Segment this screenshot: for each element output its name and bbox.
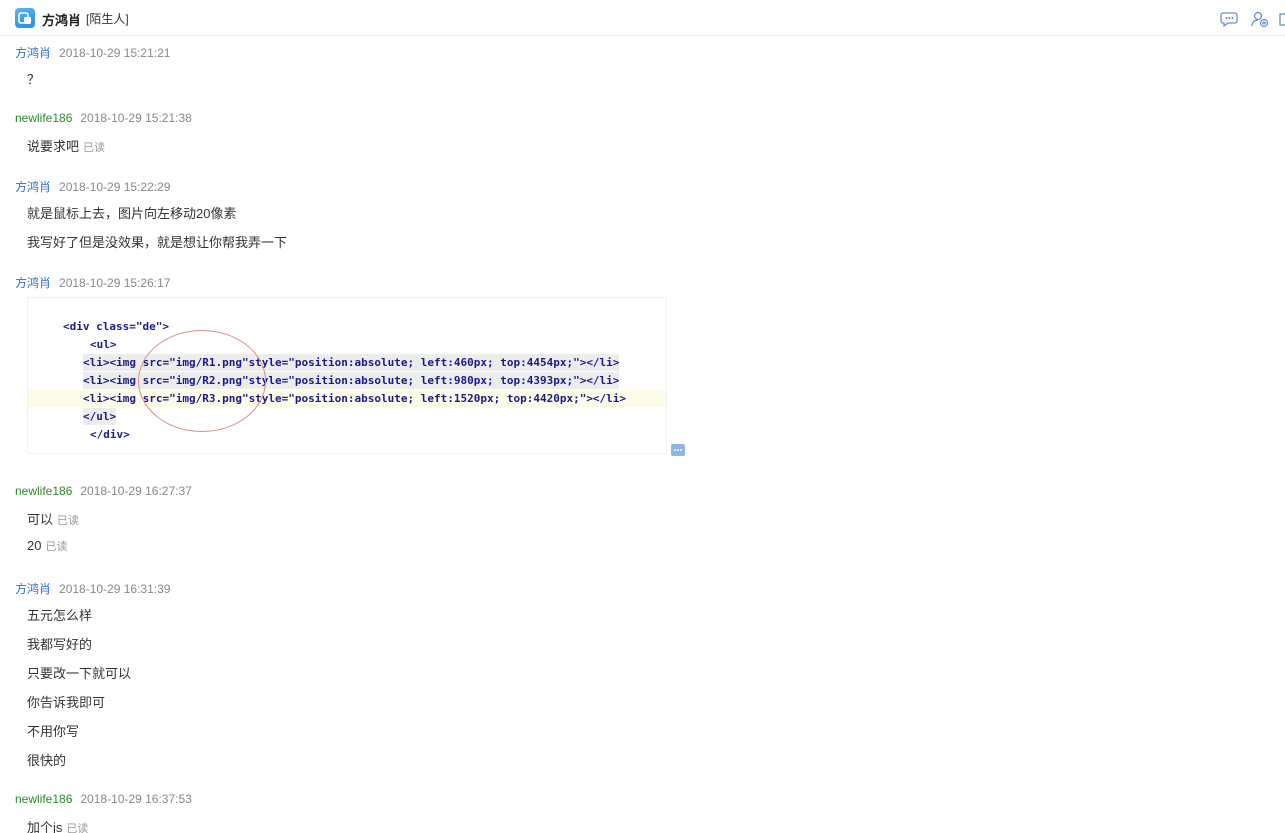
contact-avatar-icon[interactable] [15,8,35,28]
message-time: 2018-10-29 15:26:17 [59,276,171,290]
add-contact-icon[interactable] [1250,10,1270,28]
code-line: </div> [90,428,130,441]
message-time: 2018-10-29 15:22:29 [59,180,171,194]
message-text: 只要改一下就可以 [27,666,132,681]
message-list[interactable]: 方鸿肖 2018-10-29 15:21:21 ？ newlife186 2018-… [0,36,1285,833]
message-line: 加个js 已读 [27,817,88,833]
message-text: 可以 [27,512,54,527]
sender-name[interactable]: 方鸿肖 [15,46,51,60]
sender-name[interactable]: newlife186 [15,484,72,498]
more-options-icon[interactable] [671,444,685,456]
folder-icon[interactable] [1278,10,1285,28]
message-time: 2018-10-29 16:31:39 [59,582,171,596]
chat-header: 方鸿肖 [陌生人] [0,0,1285,36]
read-status: 已读 [45,541,68,553]
message-text: 就是鼠标上去，图片向左移动20像素 [27,206,237,221]
code-line: <ul> [90,338,117,351]
message-text: 不用你写 [27,724,80,739]
message-meta: 方鸿肖 2018-10-29 15:26:17 [15,274,170,291]
message-line: 可以 已读 [27,509,79,528]
message-text: 五元怎么样 [27,608,93,623]
message-text: 很快的 [27,753,67,768]
message-text: 我写好了但是没效果，就是想让你帮我弄一下 [27,235,288,250]
code-line: <div class="de"> [63,320,169,333]
code-screenshot-image[interactable]: <div class="de"> <ul> <li><img src="img/… [27,297,667,454]
annotation-circle [138,330,266,432]
message-time: 2018-10-29 16:27:37 [80,484,192,498]
sender-name[interactable]: newlife186 [15,111,72,125]
message-time: 2018-10-29 15:21:38 [80,111,192,125]
message-meta: newlife186 2018-10-29 15:21:38 [15,111,192,125]
contact-status-tag: [陌生人] [86,12,129,26]
message-text: 你告诉我即可 [27,695,106,710]
message-time: 2018-10-29 15:21:21 [59,46,171,60]
message-line: 说要求吧 已读 [27,136,105,155]
chat-bubble-icon[interactable] [1220,10,1240,28]
sender-name[interactable]: 方鸿肖 [15,276,51,290]
read-status: 已读 [57,515,80,527]
sender-name[interactable]: 方鸿肖 [15,180,51,194]
message-meta: 方鸿肖 2018-10-29 15:22:29 [15,178,170,195]
read-status: 已读 [66,823,89,833]
read-status: 已读 [83,142,106,154]
sender-name[interactable]: newlife186 [15,792,72,806]
message-text: 20 [27,538,42,553]
message-meta: newlife186 2018-10-29 16:37:53 [15,792,192,806]
contact-name: 方鸿肖 [42,13,82,28]
message-text: 说要求吧 [27,139,80,154]
message-line: 20 已读 [27,538,67,554]
image-message[interactable]: <div class="de"> <ul> <li><img src="img/… [0,297,700,457]
code-line: </ul> [83,408,117,425]
message-text: 加个js [27,820,63,833]
message-meta: 方鸿肖 2018-10-29 16:31:39 [15,580,170,597]
message-text: ？ [27,72,41,87]
message-time: 2018-10-29 16:37:53 [80,792,192,806]
message-text: 我都写好的 [27,637,93,652]
message-meta: newlife186 2018-10-29 16:27:37 [15,484,192,498]
sender-name[interactable]: 方鸿肖 [15,582,51,596]
message-meta: 方鸿肖 2018-10-29 15:21:21 [15,44,170,61]
